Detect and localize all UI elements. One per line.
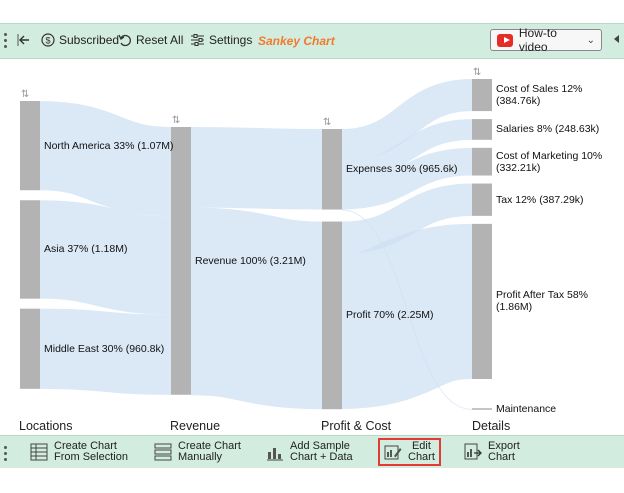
create-manual-line2: Manually (178, 451, 223, 463)
sankey-node-label-mnt: Maintenance (496, 403, 557, 415)
chart-data-icon (267, 448, 283, 461)
reset-label: Reset All (136, 33, 184, 47)
sankey-node-pat[interactable] (472, 223, 492, 379)
sort-arrows-icon[interactable]: ⇅ (473, 67, 481, 78)
subscribed-button[interactable]: $ Subscribed (41, 33, 119, 47)
sankey-node-label-me: Middle East 30% (960.8k) (44, 342, 165, 355)
create-manually-button[interactable]: Create Chart Manually (154, 441, 241, 463)
sankey-node-exp[interactable] (322, 129, 342, 210)
sankey-node-label-profit: Profit 70% (2.25M) (346, 309, 434, 322)
edit-line2: Chart (408, 451, 435, 463)
add-sample-button[interactable]: Add Sample Chart + Data (266, 441, 353, 463)
sankey-node-rev[interactable] (171, 127, 191, 395)
table-icon (30, 443, 48, 461)
youtube-icon (497, 33, 513, 47)
sort-arrows-icon[interactable]: ⇅ (172, 115, 180, 126)
sankey-node-label-na: North America 33% (1.07M) (44, 139, 174, 152)
create-from-selection-button[interactable]: Create Chart From Selection (30, 441, 128, 463)
sankey-node-label-sal: Salaries 8% (248.63k) (496, 123, 600, 136)
sankey-node-cos[interactable] (472, 79, 492, 112)
sankey-node-sal[interactable] (472, 119, 492, 140)
create-selection-line2: From Selection (54, 451, 128, 463)
edit-chart-icon (384, 445, 402, 460)
settings-sliders-icon (191, 34, 204, 46)
collapse-arrow-icon[interactable] (614, 35, 619, 43)
bottom-grip-icon[interactable] (4, 443, 8, 464)
sankey-node-label-cos: Cost of Sales 12% (384.76k) (496, 83, 583, 108)
subscribed-label: Subscribed (59, 33, 120, 47)
export-icon (464, 443, 482, 460)
list-icon (154, 443, 172, 461)
sankey-link-rev-exp[interactable] (190, 126, 323, 210)
sankey-node-label-exp: Expenses 30% (965.6k) (346, 163, 458, 176)
back-arrow-icon (17, 34, 29, 46)
sankey-node-na[interactable] (20, 101, 40, 191)
column-label-details: Details (472, 419, 511, 433)
chevron-down-icon: ⌄ (586, 34, 595, 46)
column-label-locations: Locations (19, 419, 73, 433)
sankey-node-me[interactable] (20, 308, 40, 389)
add-sample-line2: Chart + Data (290, 451, 353, 463)
howto-video-dropdown[interactable]: How-to video ⌄ (490, 26, 602, 54)
sankey-node-label-rev: Revenue 100% (3.21M) (195, 254, 306, 267)
column-label-profit-cost: Profit & Cost (321, 419, 392, 433)
sankey-node-label-tax: Tax 12% (387.29k) (496, 193, 584, 206)
sankey-node-profit[interactable] (322, 221, 342, 410)
sankey-link-rev-profit[interactable] (189, 207, 324, 410)
reset-all-button[interactable]: Reset All (118, 33, 183, 47)
howto-label: How-to video (518, 26, 557, 54)
dollar-circle-icon: $ (41, 33, 55, 47)
sankey-node-com[interactable] (472, 147, 492, 176)
settings-button[interactable]: Settings (190, 33, 252, 47)
export-chart-button[interactable]: Export Chart (464, 441, 520, 463)
toolbar-grip-icon[interactable] (4, 30, 8, 51)
reset-icon (118, 34, 131, 47)
sankey-node-label-asia: Asia 37% (1.18M) (44, 243, 128, 256)
sort-arrows-icon[interactable]: ⇅ (323, 117, 331, 128)
app-title: Sankey Chart (258, 34, 335, 48)
export-line2: Chart (488, 451, 515, 463)
back-button[interactable] (17, 33, 31, 47)
svg-text:$: $ (45, 36, 50, 46)
edit-chart-button[interactable]: Edit Chart (378, 438, 441, 466)
sankey-node-tax[interactable] (472, 183, 492, 216)
sort-arrows-icon[interactable]: ⇅ (21, 89, 29, 100)
settings-label: Settings (209, 33, 253, 47)
sankey-node-asia[interactable] (20, 200, 40, 299)
sankey-node-label-com: Cost of Marketing 10% (332.21k) (496, 149, 603, 174)
sankey-node-label-pat: Profit After Tax 58% (1.86M) (496, 289, 589, 314)
column-label-revenue: Revenue (170, 419, 221, 433)
